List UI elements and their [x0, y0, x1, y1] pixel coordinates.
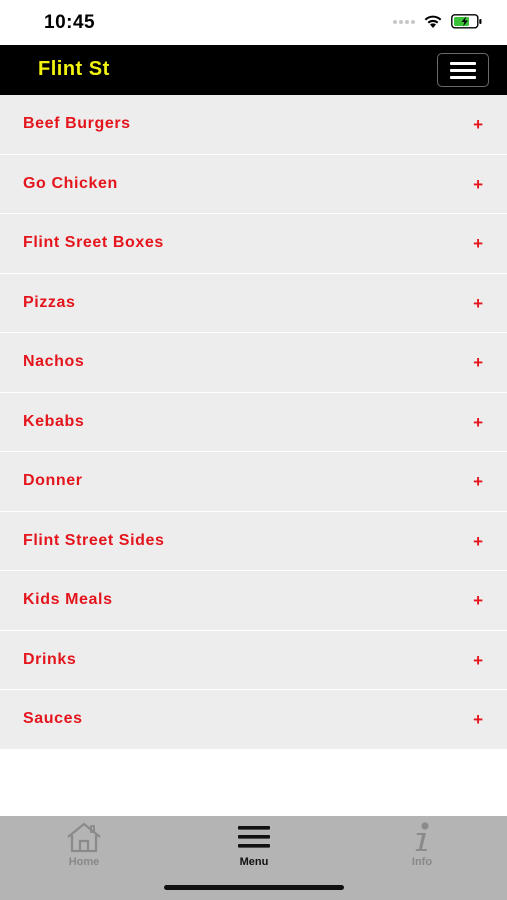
- status-bar: 10:45: [0, 0, 507, 45]
- category-row-flint-street-boxes[interactable]: Flint Sreet Boxes +: [0, 214, 507, 274]
- tab-menu-label: Menu: [239, 856, 269, 868]
- menu-category-list: Beef Burgers + Go Chicken + Flint Sreet …: [0, 95, 507, 750]
- brand-title: Flint St: [38, 58, 110, 80]
- category-row-beef-burgers[interactable]: Beef Burgers +: [0, 95, 507, 155]
- category-label: Drinks: [23, 650, 77, 668]
- expand-plus-icon[interactable]: +: [473, 354, 483, 371]
- tab-home[interactable]: Home: [29, 820, 139, 880]
- category-row-go-chicken[interactable]: Go Chicken +: [0, 154, 507, 214]
- category-label: Nachos: [23, 353, 85, 370]
- battery-charging-icon: [451, 14, 482, 29]
- expand-plus-icon[interactable]: +: [473, 652, 483, 669]
- hamburger-icon-bar: [450, 75, 476, 79]
- category-row-donner[interactable]: Donner +: [0, 452, 507, 512]
- tab-menu[interactable]: Menu: [199, 820, 309, 880]
- category-label: Flint Sreet Boxes: [23, 234, 164, 251]
- expand-plus-icon[interactable]: +: [473, 295, 483, 312]
- tab-home-label: Home: [68, 856, 100, 868]
- hamburger-icon-bar: [450, 61, 476, 65]
- tab-info-label: Info: [411, 856, 433, 868]
- status-time: 10:45: [44, 12, 96, 33]
- category-label: Flint Street Sides: [23, 531, 165, 549]
- category-row-flint-street-sides[interactable]: Flint Street Sides +: [0, 511, 507, 571]
- expand-plus-icon[interactable]: +: [473, 176, 483, 193]
- category-row-kids-meals[interactable]: Kids Meals +: [0, 571, 507, 631]
- category-row-drinks[interactable]: Drinks +: [0, 630, 507, 690]
- expand-plus-icon[interactable]: +: [473, 533, 483, 550]
- hamburger-menu-button[interactable]: [437, 53, 489, 87]
- cellular-signal-icon: [393, 19, 415, 24]
- hamburger-icon-bar: [450, 68, 476, 72]
- category-label: Go Chicken: [23, 174, 118, 192]
- category-label: Sauces: [23, 710, 83, 727]
- app-header: Flint St: [0, 45, 507, 95]
- expand-plus-icon[interactable]: +: [473, 235, 483, 252]
- home-icon: [67, 822, 101, 853]
- category-row-nachos[interactable]: Nachos +: [0, 333, 507, 393]
- category-row-kebabs[interactable]: Kebabs +: [0, 392, 507, 452]
- expand-plus-icon[interactable]: +: [473, 414, 483, 431]
- home-indicator[interactable]: [164, 885, 344, 890]
- category-label: Kids Meals: [23, 591, 113, 608]
- category-label: Pizzas: [23, 293, 76, 311]
- category-label: Kebabs: [23, 412, 85, 430]
- expand-plus-icon[interactable]: +: [473, 711, 483, 728]
- category-label: Donner: [23, 472, 83, 489]
- info-icon: [415, 822, 429, 851]
- category-row-sauces[interactable]: Sauces +: [0, 690, 507, 750]
- category-label: Beef Burgers: [23, 115, 131, 132]
- menu-lines-icon: [238, 826, 270, 848]
- expand-plus-icon[interactable]: +: [473, 116, 483, 133]
- expand-plus-icon[interactable]: +: [473, 592, 483, 609]
- wifi-icon: [424, 15, 442, 28]
- status-indicators: [393, 14, 483, 29]
- category-row-pizzas[interactable]: Pizzas +: [0, 273, 507, 333]
- expand-plus-icon[interactable]: +: [473, 473, 483, 490]
- tab-info[interactable]: Info: [367, 820, 477, 880]
